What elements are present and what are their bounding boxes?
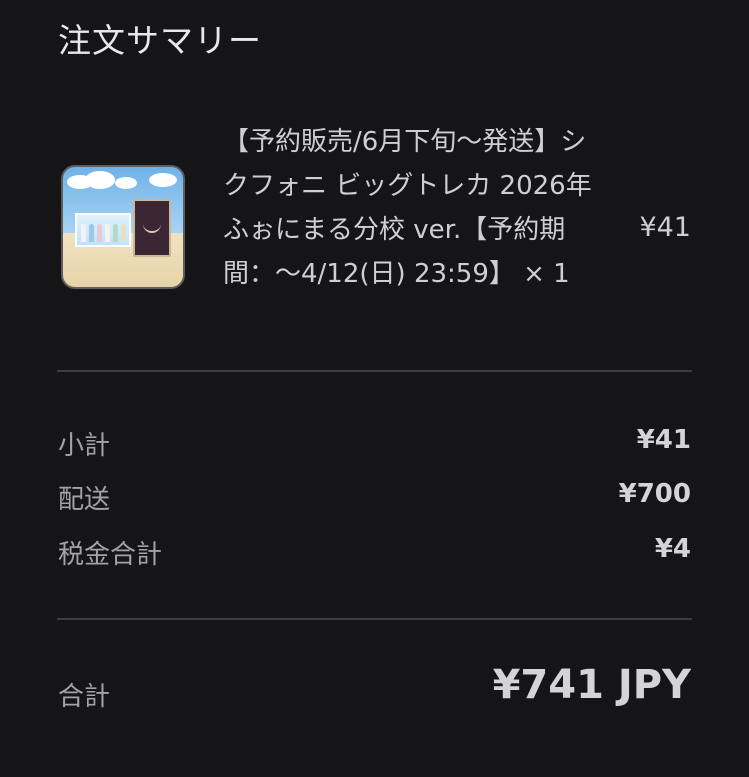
cloud-decoration [149,173,177,187]
trading-card-front [75,213,131,247]
product-name: 【予約販売/6月下旬〜発送】シクフォニ ビッグトレカ 2026年 ふぉにまる分校… [223,127,592,289]
cloud-decoration [85,171,115,189]
product-thumbnail [61,165,185,289]
tax-label: 税金合計 [58,540,163,570]
total-label: 合計 [58,682,111,712]
total-value: ¥741 JPY [492,662,691,708]
order-summary-title: 注文サマリー [58,21,262,60]
character-figure [89,224,94,242]
character-figure [121,224,126,242]
subtotal-value: ¥41 [636,425,691,455]
shipping-value: ¥700 [618,479,691,509]
character-figure [97,224,102,242]
tax-row: 税金合計 ¥4 [58,534,691,574]
subtotal-row: 小計 ¥41 [58,425,691,465]
character-figure [81,224,86,242]
cloud-decoration [115,177,137,189]
subtotal-label: 小計 [58,431,111,461]
product-price: ¥41 [639,212,691,243]
tax-value: ¥4 [654,534,691,564]
divider [57,618,692,620]
divider [57,370,692,372]
character-figure [113,224,118,242]
shipping-row: 配送 ¥700 [58,479,691,519]
character-figure [105,224,110,242]
trading-card-back [133,199,171,257]
shipping-label: 配送 [58,485,111,515]
